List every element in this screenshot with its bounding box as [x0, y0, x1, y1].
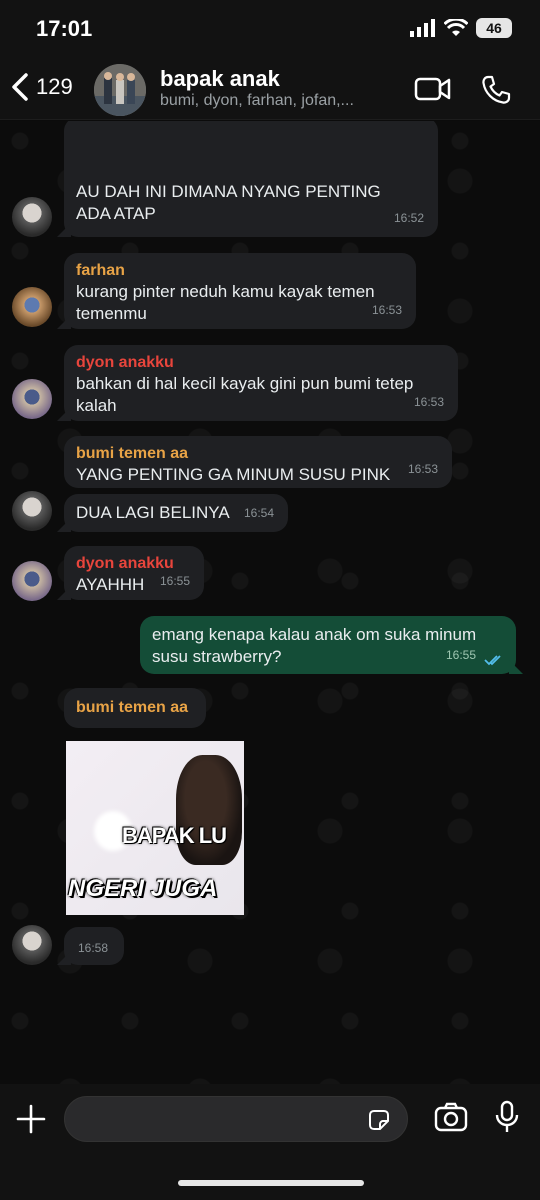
video-call-icon[interactable] — [414, 74, 452, 104]
message-text: AU DAH INI DIMANA NYANG PENTING ADA ATAP — [76, 182, 381, 223]
message-bubble[interactable]: DUA LAGI BELINYA 16:54 — [64, 494, 288, 532]
message-time: 16:53 — [371, 303, 402, 317]
message-time: 16:55 — [445, 648, 476, 662]
message-text: bahkan di hal kecil kayak gini pun bumi … — [76, 374, 414, 415]
message-bubble[interactable]: farhan kurang pinter neduh kamu kayak te… — [64, 253, 416, 329]
avatar[interactable] — [12, 925, 52, 965]
sticker-caption-line1: BAPAK LU — [122, 823, 227, 848]
unread-count: 129 — [36, 74, 73, 99]
group-members[interactable]: bumi, dyon, farhan, jofan,... — [160, 92, 354, 110]
message-text: kurang pinter neduh kamu kayak temen tem… — [76, 282, 375, 323]
message-time: 16:53 — [413, 395, 444, 409]
sender-name[interactable]: bumi temen aa — [76, 444, 440, 464]
chat-area[interactable]: AU DAH INI DIMANA NYANG PENTING ADA ATAP… — [0, 121, 540, 1084]
composer-bar — [0, 1084, 540, 1200]
sticker-icon[interactable] — [367, 1108, 391, 1132]
chat-header: 129 bapak anak bumi, dyon, farhan, jofan… — [0, 60, 540, 120]
avatar[interactable] — [12, 287, 52, 327]
avatar[interactable] — [12, 197, 52, 237]
home-indicator — [178, 1180, 364, 1186]
message-time: 16:53 — [407, 462, 438, 476]
avatar[interactable] — [12, 491, 52, 531]
sender-name[interactable]: dyon anakku — [76, 353, 446, 373]
message-bubble[interactable]: dyon anakku AYAHHH 16:55 — [64, 546, 204, 600]
plus-icon[interactable] — [16, 1104, 46, 1134]
message-bubble[interactable]: 16:58 — [64, 927, 124, 965]
battery-indicator: 46 — [476, 18, 512, 38]
group-photo-icon — [94, 64, 146, 116]
avatar[interactable] — [12, 561, 52, 601]
microphone-icon[interactable] — [494, 1100, 520, 1134]
back-button[interactable]: 129 — [10, 72, 73, 102]
group-title[interactable]: bapak anak — [160, 66, 280, 92]
message-bubble[interactable]: dyon anakku bahkan di hal kecil kayak gi… — [64, 345, 458, 421]
group-avatar[interactable] — [94, 64, 146, 116]
message-bubble[interactable]: bumi temen aa YANG PENTING GA MINUM SUSU… — [64, 436, 452, 488]
status-icons: 46 — [410, 18, 512, 38]
message-time: 16:55 — [159, 574, 190, 588]
sticker-image[interactable]: BAPAK LU NGERI JUGA — [66, 741, 244, 915]
message-text: YANG PENTING GA MINUM SUSU PINK — [76, 465, 391, 484]
status-bar: 17:01 46 — [0, 0, 540, 60]
camera-icon[interactable] — [434, 1102, 468, 1132]
message-time: 16:52 — [393, 211, 424, 225]
message-input[interactable] — [64, 1096, 408, 1142]
message-time: 16:54 — [243, 506, 274, 520]
sender-name[interactable]: farhan — [76, 261, 404, 281]
cellular-signal-icon — [410, 19, 435, 37]
wifi-icon — [444, 19, 468, 36]
status-time: 17:01 — [36, 16, 93, 41]
avatar[interactable] — [12, 379, 52, 419]
sticker-caption-line2: NGERI JUGA — [68, 875, 218, 902]
outgoing-message-bubble[interactable]: emang kenapa kalau anak om suka minum su… — [140, 616, 516, 674]
message-bubble[interactable]: AU DAH INI DIMANA NYANG PENTING ADA ATAP… — [64, 121, 438, 237]
sender-name[interactable]: bumi temen aa — [76, 698, 194, 718]
voice-call-icon[interactable] — [480, 74, 512, 106]
message-time: 16:58 — [78, 941, 109, 955]
read-receipt-icon — [484, 655, 501, 666]
chevron-left-icon — [12, 73, 28, 101]
message-bubble[interactable]: bumi temen aa — [64, 688, 206, 728]
